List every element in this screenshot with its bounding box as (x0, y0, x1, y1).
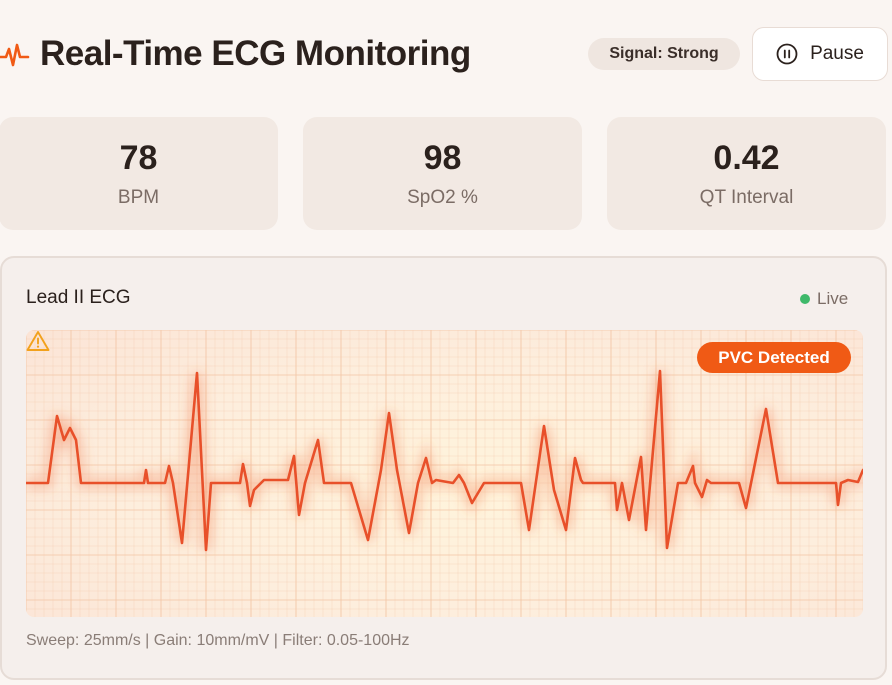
pause-button-label: Pause (810, 43, 864, 64)
ecg-settings-footer: Sweep: 25mm/s | Gain: 10mm/mV | Filter: … (26, 632, 410, 649)
stat-label: QT Interval (699, 187, 794, 208)
live-indicator: Live (800, 288, 848, 310)
stat-value: 78 (119, 139, 158, 177)
ecg-waveform-display: PVC Detected (26, 330, 863, 617)
stat-card-bpm: 78 BPM (0, 117, 278, 230)
header: Real-Time ECG Monitoring Signal: Strong … (0, 26, 892, 82)
pvc-alert-badge: PVC Detected (697, 342, 851, 373)
stat-label: SpO2 % (407, 187, 478, 208)
ecg-trace (26, 369, 863, 552)
stat-card-spo2: 98 SpO2 % (303, 117, 582, 230)
heartbeat-icon (0, 43, 30, 67)
ecg-panel-title: Lead II ECG (26, 287, 131, 308)
pause-button[interactable]: Pause (752, 27, 888, 81)
signal-status-badge: Signal: Strong (588, 38, 740, 70)
stat-label: BPM (117, 187, 160, 208)
stat-card-qt-interval: 0.42 QT Interval (607, 117, 886, 230)
ecg-panel: Lead II ECG Live PVC Detected Sweep: 25m… (0, 256, 887, 680)
live-dot-icon (800, 294, 810, 304)
pause-icon (776, 43, 798, 65)
live-label: Live (817, 289, 849, 308)
warning-icon (26, 331, 50, 351)
page-title: Real-Time ECG Monitoring (40, 34, 471, 73)
stat-value: 0.42 (713, 139, 780, 177)
stat-value: 98 (423, 139, 462, 177)
